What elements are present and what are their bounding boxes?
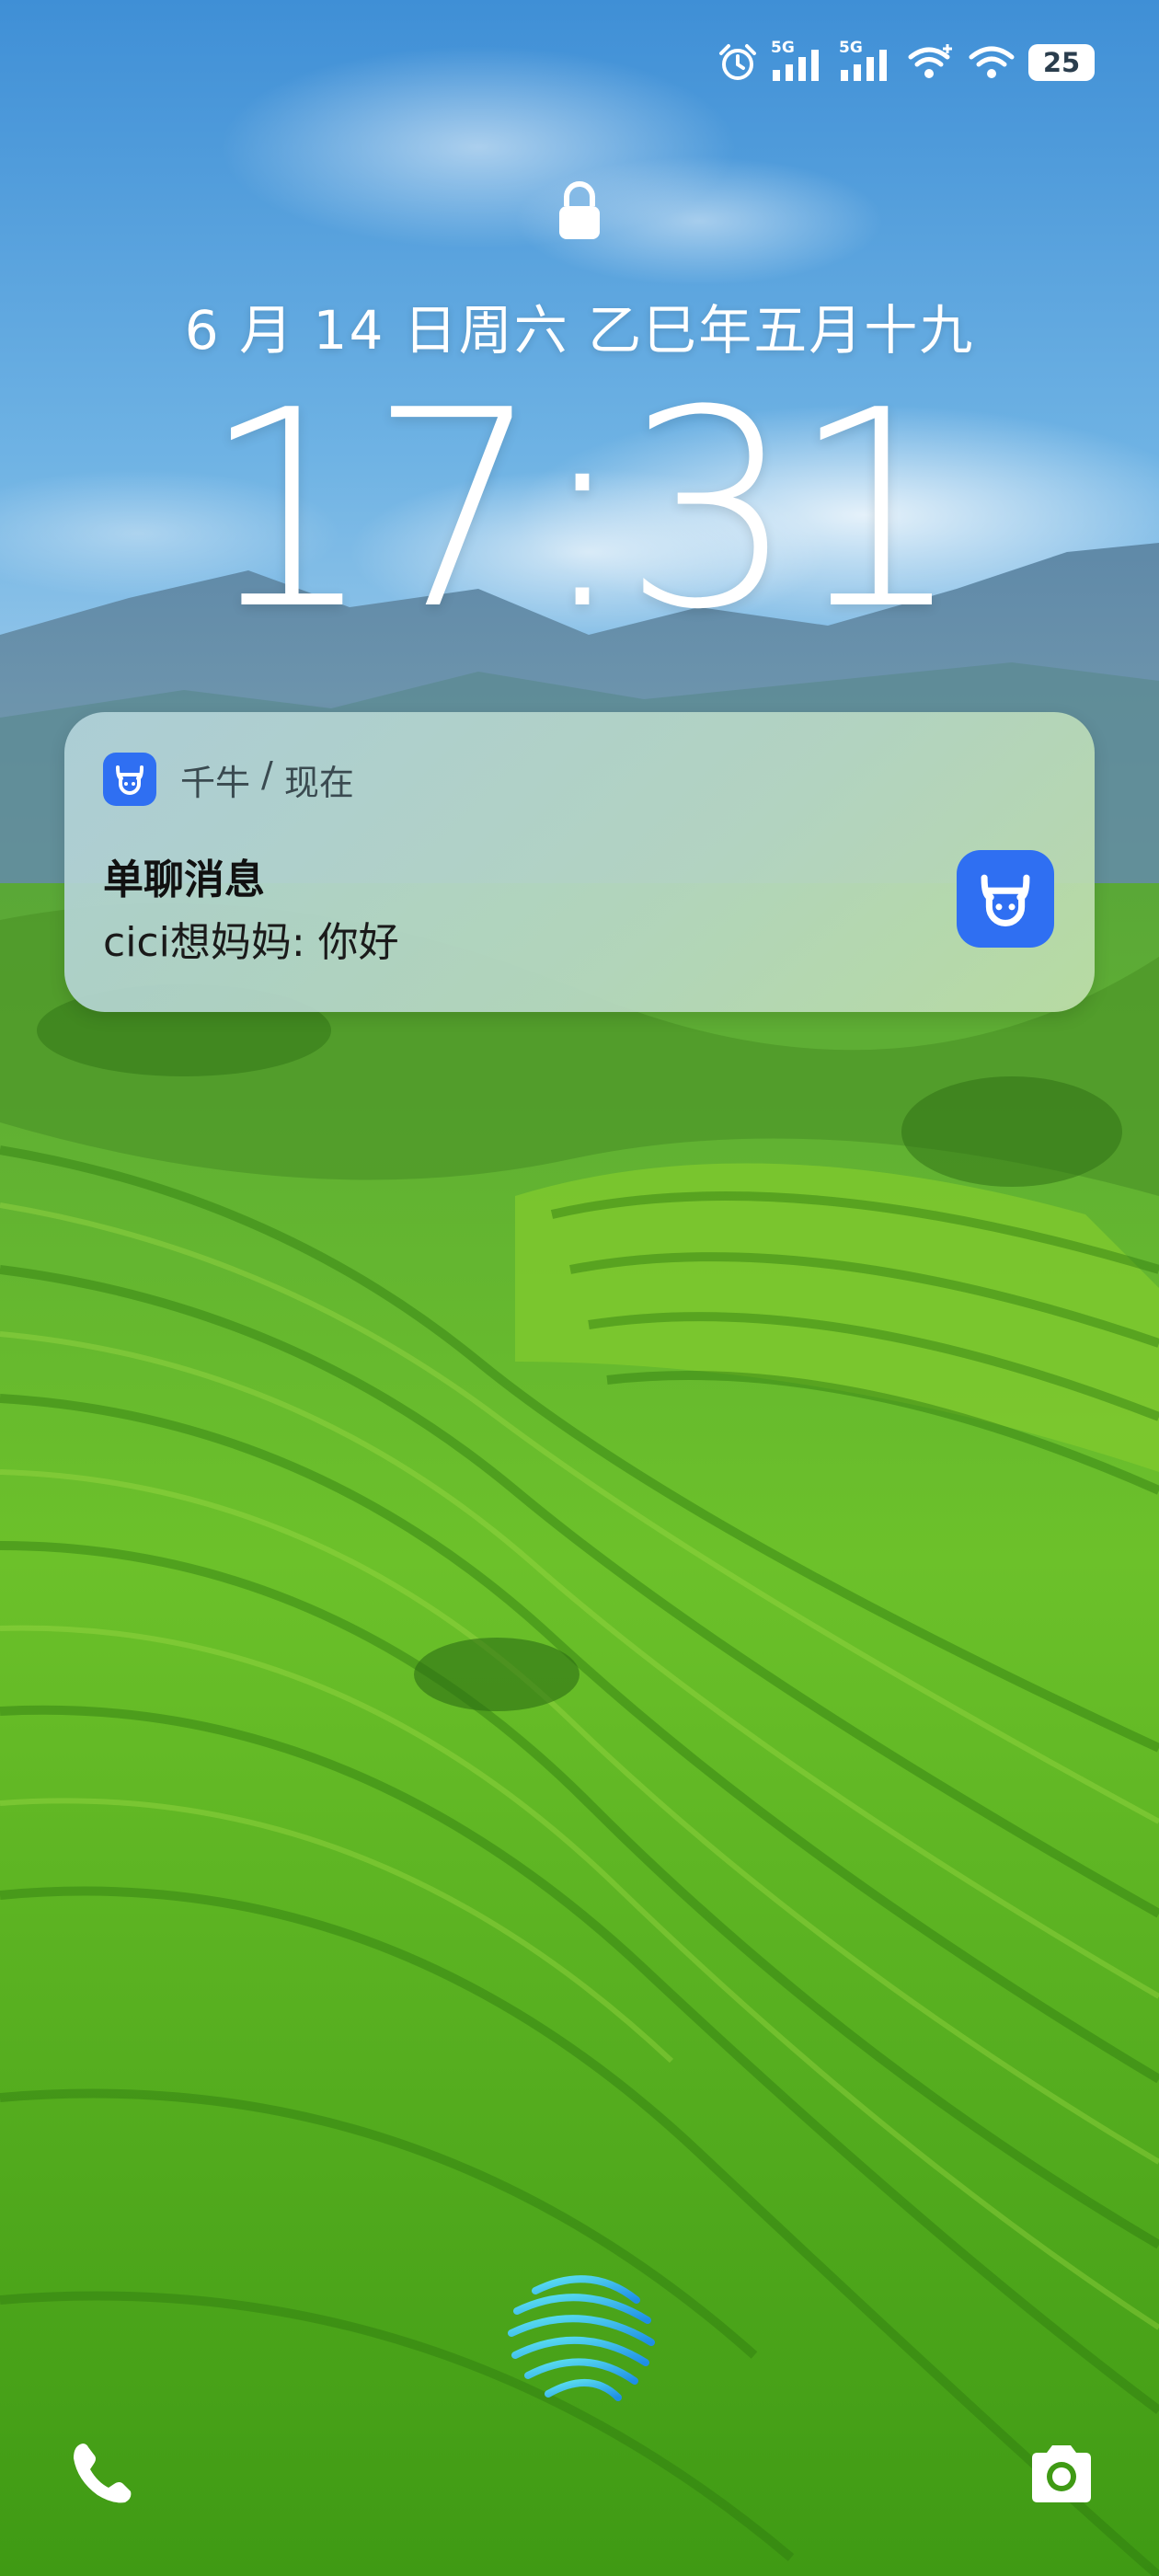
lock-screen: 5G 5G 25 6 月 14 日周六 乙巳年五月十九 17:31 千牛 / 现…	[0, 0, 1159, 2576]
notification-body: cici想妈妈: 你好	[103, 919, 399, 966]
qianniu-app-icon	[103, 753, 156, 806]
notification-title: 单聊消息	[103, 857, 265, 903]
signal-sim2-icon: 5G	[839, 39, 894, 83]
notification-app-name: 千牛	[180, 763, 251, 803]
status-bar: 5G 5G 25	[717, 37, 1095, 88]
notification-header: 千牛 / 现在	[180, 754, 354, 805]
battery-indicator: 25	[1028, 44, 1095, 81]
notification-large-icon	[957, 850, 1054, 948]
alarm-clock-icon	[719, 44, 756, 80]
swirl-logo-icon[interactable]	[499, 2254, 660, 2416]
notification-card[interactable]: 千牛 / 现在 单聊消息 cici想妈妈: 你好	[64, 712, 1095, 1012]
lock-icon[interactable]	[556, 180, 603, 241]
phone-icon[interactable]	[66, 2438, 136, 2508]
camera-icon[interactable]	[1027, 2442, 1096, 2504]
clock-time: 17:31	[201, 351, 963, 669]
notification-separator: /	[261, 754, 273, 795]
wifi-plus-icon	[908, 44, 952, 78]
signal-sim1-icon: 5G	[771, 39, 826, 83]
notification-time: 现在	[283, 763, 354, 803]
wifi-icon	[969, 46, 1015, 78]
